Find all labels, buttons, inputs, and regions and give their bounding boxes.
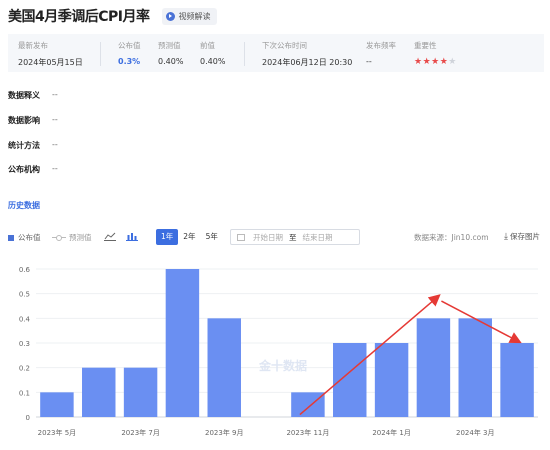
chart-toolbar: 公布值 预测值 1年 2年 5年 开始日期 至 结束日期 数据来源：Jin10.co… — [8, 229, 544, 245]
bar — [165, 269, 200, 417]
detail-key: 数据释义 — [8, 91, 40, 100]
importance-stars: ★★★★★ — [414, 57, 457, 67]
video-button-label: 视频解读 — [178, 11, 211, 21]
legend-forecast[interactable]: 预测值 — [52, 232, 92, 243]
legend-published-label: 公布值 — [18, 233, 41, 242]
x-tick-label: 2024年 1月 — [372, 428, 411, 437]
legend-published[interactable]: 公布值 — [8, 232, 41, 243]
y-tick-label: 0.3 — [19, 340, 30, 348]
range-button[interactable]: 2年 — [178, 229, 200, 245]
published-label: 公布值 — [118, 41, 141, 50]
detail-key: 统计方法 — [8, 141, 40, 150]
detail-row: 数据释义 -- — [8, 90, 58, 101]
importance-label: 重要性 — [414, 41, 437, 50]
previous-value-block: 前值 0.40% — [200, 40, 225, 66]
y-tick-label: 0.6 — [19, 266, 31, 274]
forecast-value: 0.40% — [158, 57, 184, 66]
frequency-block: 发布频率 -- — [366, 40, 396, 66]
divider — [100, 42, 101, 66]
forecast-label: 预测值 — [158, 41, 181, 50]
next-release-block: 下次公布时间 2024年06月12日 20:30 — [262, 40, 352, 68]
legend-square-icon — [8, 234, 14, 241]
detail-value: -- — [52, 115, 58, 124]
latest-release: 最新发布 2024年05月15日 — [18, 40, 83, 68]
forecast-value-block: 预测值 0.40% — [158, 40, 183, 66]
detail-value: -- — [52, 140, 58, 149]
play-icon — [165, 11, 175, 21]
next-value: 2024年06月12日 20:30 — [262, 58, 353, 67]
frequency-label: 发布频率 — [366, 41, 396, 50]
bar — [207, 318, 241, 417]
latest-value: 2024年05月15日 — [18, 58, 83, 67]
info-panel: 最新发布 2024年05月15日 公布值 0.3% 预测值 0.40% 前值 0… — [8, 34, 544, 72]
bar — [40, 392, 74, 417]
watermark: 金十数据 — [258, 358, 307, 373]
save-image-button[interactable]: ⤓ 保存图片 — [504, 231, 540, 242]
y-tick-label: 0.5 — [19, 291, 30, 299]
detail-row: 统计方法 -- — [8, 140, 58, 151]
y-tick-label: 0 — [26, 414, 30, 422]
detail-value: -- — [52, 90, 58, 99]
x-tick-label: 2023年 9月 — [205, 428, 244, 437]
header: 美国4月季调后CPI月率 视频解读 — [8, 6, 217, 26]
published-value-block: 公布值 0.3% — [118, 40, 141, 66]
published-value: 0.3% — [118, 57, 141, 66]
data-source: 数据来源：Jin10.com — [414, 233, 489, 242]
previous-label: 前值 — [200, 41, 215, 50]
x-tick-label: 2024年 3月 — [456, 428, 495, 437]
bar — [123, 367, 158, 417]
y-tick-label: 0.2 — [19, 365, 30, 373]
x-tick-label: 2023年 11月 — [286, 428, 329, 437]
bar — [374, 343, 409, 417]
latest-label: 最新发布 — [18, 41, 48, 50]
divider — [244, 42, 245, 66]
start-date-input[interactable]: 开始日期 — [253, 232, 283, 243]
bar-chart-icon[interactable] — [126, 231, 138, 241]
bar — [291, 392, 325, 417]
x-tick-label: 2023年 7月 — [121, 428, 160, 437]
previous-value: 0.40% — [200, 57, 226, 66]
bar — [82, 367, 116, 417]
frequency-value: -- — [366, 57, 372, 66]
save-label: 保存图片 — [509, 232, 540, 241]
history-data-link[interactable]: 历史数据 — [8, 200, 40, 211]
bar-chart: 0 0.1 0.2 0.3 0.4 0.5 0.6 2023年 5月 2023年 7月 2023年… — [19, 266, 538, 437]
page-title: 美国4月季调后CPI月率 — [8, 9, 150, 25]
detail-key: 公布机构 — [8, 165, 40, 174]
bar — [416, 318, 451, 417]
y-tick-label: 0.1 — [19, 389, 30, 397]
detail-row: 公布机构 -- — [8, 164, 58, 175]
detail-value: -- — [52, 164, 58, 173]
bar — [458, 318, 492, 417]
range-button[interactable]: 1年 — [156, 229, 179, 245]
legend-forecast-label: 预测值 — [69, 233, 92, 242]
y-tick-label: 0.4 — [19, 315, 31, 323]
calendar-icon — [237, 233, 245, 241]
detail-key: 数据影响 — [8, 116, 40, 125]
end-date-input[interactable]: 结束日期 — [303, 232, 333, 243]
legend-line-icon — [52, 235, 66, 241]
next-label: 下次公布时间 — [262, 41, 307, 50]
x-tick-label: 2023年 5月 — [38, 428, 77, 437]
video-explain-button[interactable]: 视频解读 — [161, 7, 217, 25]
bar — [333, 343, 367, 417]
bar — [500, 343, 534, 417]
download-icon: ⤓ — [504, 231, 508, 242]
range-button[interactable]: 5年 — [201, 229, 223, 245]
importance-block: 重要性 ★★★★★ — [414, 40, 457, 67]
date-range-picker[interactable]: 开始日期 至 结束日期 — [230, 229, 360, 245]
detail-row: 数据影响 -- — [8, 115, 58, 126]
range-selector: 1年 2年 5年 — [156, 229, 223, 245]
line-chart-icon[interactable] — [104, 231, 116, 241]
date-separator: 至 — [289, 232, 297, 242]
